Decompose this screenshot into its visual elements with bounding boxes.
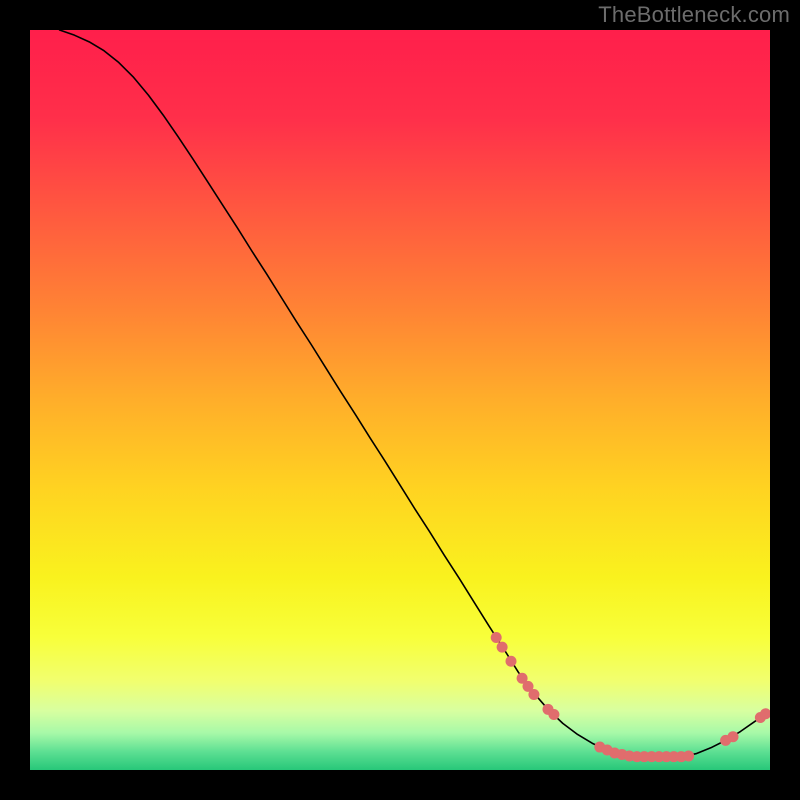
chart-markers [491,632,770,762]
chart-marker [683,750,694,761]
chart-marker [728,731,739,742]
chart-marker [528,689,539,700]
chart-svg [30,30,770,770]
chart-marker [548,709,559,720]
watermark-text: TheBottleneck.com [598,2,790,28]
chart-marker [491,632,502,643]
chart-marker [497,642,508,653]
chart-plot-area [30,30,770,770]
chart-line-curve [60,30,767,757]
chart-marker [506,656,517,667]
